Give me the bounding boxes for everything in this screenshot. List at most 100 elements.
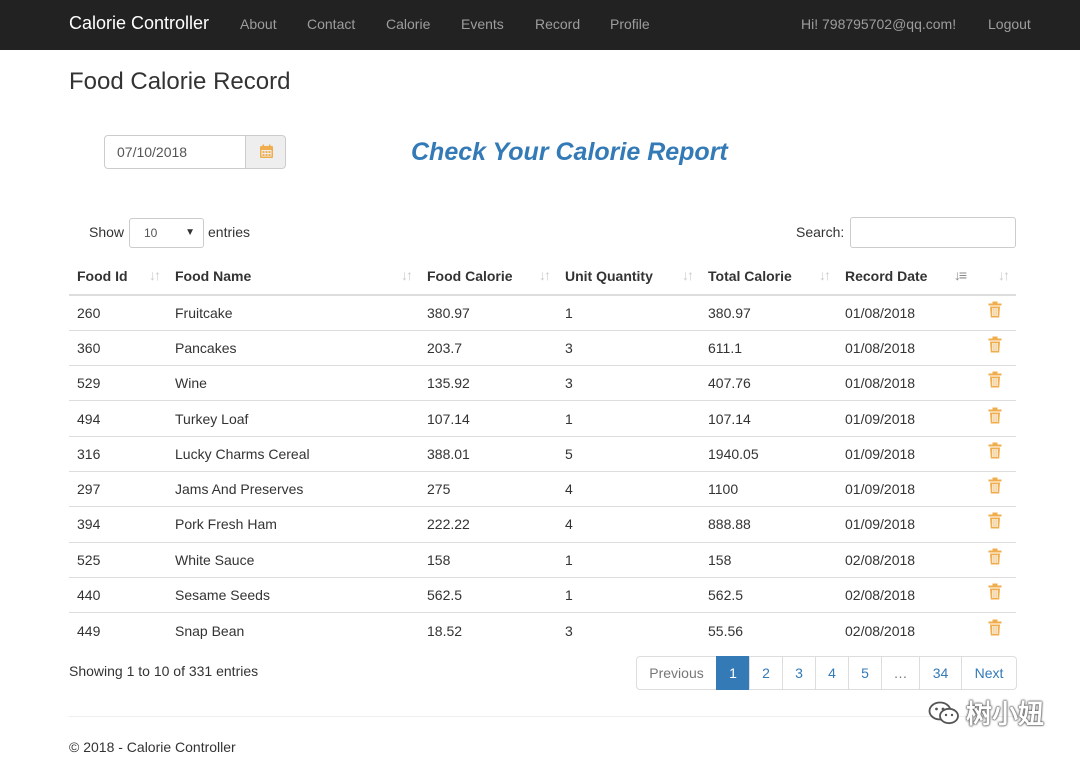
cell-qty: 1 xyxy=(557,400,700,437)
column-header-total-calorie[interactable]: Total Calorie ↓↑ xyxy=(700,258,837,296)
trash-icon[interactable] xyxy=(988,336,1002,353)
delete-cell xyxy=(973,470,1016,507)
cell-total: 1940.05 xyxy=(700,435,837,472)
cell-name: Pork Fresh Ham xyxy=(167,506,419,543)
user-greeting-link[interactable]: Hi! 798795702@qq.com! xyxy=(801,16,956,32)
delete-cell xyxy=(973,541,1016,578)
brand-link[interactable]: Calorie Controller xyxy=(69,13,209,34)
cell-name: Lucky Charms Cereal xyxy=(167,435,419,472)
logout-link[interactable]: Logout xyxy=(988,16,1031,32)
cell-total: 1100 xyxy=(700,470,837,507)
cell-qty: 4 xyxy=(557,470,700,507)
cell-qty: 3 xyxy=(557,365,700,401)
cell-calorie: 135.92 xyxy=(419,365,557,401)
watermark-text: 树小妞 xyxy=(966,700,1045,730)
trash-icon[interactable] xyxy=(988,477,1002,494)
cell-date: 01/08/2018 xyxy=(837,329,973,366)
nav-link-record[interactable]: Record xyxy=(535,16,580,32)
table-row: 394 Pork Fresh Ham 222.22 4 888.88 01/09/2018 xyxy=(69,506,1016,543)
cell-id: 394 xyxy=(69,506,167,543)
cell-id: 360 xyxy=(69,329,167,366)
copyright-text: © 2018 - Calorie Controller xyxy=(69,739,236,755)
trash-icon[interactable] xyxy=(988,619,1002,636)
column-header-record-date[interactable]: Record Date ↓≡ xyxy=(837,258,973,296)
cell-calorie: 222.22 xyxy=(419,506,557,543)
report-heading: Check Your Calorie Report xyxy=(411,138,728,166)
trash-icon[interactable] xyxy=(988,407,1002,424)
column-header-food-calorie[interactable]: Food Calorie ↓↑ xyxy=(419,258,557,296)
delete-cell xyxy=(973,435,1016,472)
trash-icon[interactable] xyxy=(988,371,1002,388)
cell-total: 888.88 xyxy=(700,506,837,543)
cell-date: 01/08/2018 xyxy=(837,365,973,401)
show-label: Show xyxy=(89,224,125,240)
page-button-4[interactable]: 4 xyxy=(815,656,849,690)
cell-id: 449 xyxy=(69,612,167,648)
cell-qty: 1 xyxy=(565,304,573,321)
table-row: 260 Fruitcake 380.97 1 380.97 01/08/2018 xyxy=(69,295,1016,330)
sort-icon: ↓↑ xyxy=(401,267,413,283)
trash-icon[interactable] xyxy=(988,548,1002,565)
cell-qty: 3 xyxy=(557,329,700,366)
page-button-5[interactable]: 5 xyxy=(848,656,882,690)
nav-link-events[interactable]: Events xyxy=(461,16,504,32)
search-input[interactable] xyxy=(850,217,1016,248)
entries-per-page-select[interactable]: 10 ▼ xyxy=(129,218,204,248)
sort-ascending-icon: ↓≡ xyxy=(953,267,967,283)
trash-icon[interactable] xyxy=(988,442,1002,459)
cell-id: 440 xyxy=(69,576,167,613)
cell-calorie: 18.52 xyxy=(419,612,557,648)
footer-divider xyxy=(69,716,1016,717)
trash-icon[interactable] xyxy=(988,512,1002,529)
nav-link-profile[interactable]: Profile xyxy=(610,16,650,32)
table-row: 529 Wine 135.92 3 407.76 01/08/2018 xyxy=(69,365,1016,401)
delete-cell xyxy=(973,506,1016,543)
previous-page-button[interactable]: Previous xyxy=(636,656,717,690)
page-button-3[interactable]: 3 xyxy=(782,656,816,690)
cell-id: 260 xyxy=(77,304,101,321)
column-header-unit-quantity[interactable]: Unit Quantity ↓↑ xyxy=(557,258,700,296)
trash-icon[interactable] xyxy=(988,583,1002,600)
cell-name: Sesame Seeds xyxy=(167,576,419,613)
nav-link-calorie[interactable]: Calorie xyxy=(386,16,430,32)
cell-name: White Sauce xyxy=(167,541,419,578)
cell-total: 562.5 xyxy=(700,576,837,613)
page-button-2[interactable]: 2 xyxy=(749,656,783,690)
cell-total: 158 xyxy=(700,541,837,578)
cell-total: 380.97 xyxy=(708,304,751,321)
cell-qty: 1 xyxy=(557,541,700,578)
next-page-button[interactable]: Next xyxy=(961,656,1017,690)
nav-link-contact[interactable]: Contact xyxy=(307,16,355,32)
cell-calorie: 380.97 xyxy=(427,304,470,321)
delete-cell xyxy=(973,400,1016,437)
delete-cell xyxy=(973,612,1016,648)
table-row: 449 Snap Bean 18.52 3 55.56 02/08/2018 xyxy=(69,612,1016,648)
cell-calorie: 107.14 xyxy=(419,400,557,437)
cell-qty: 1 xyxy=(557,576,700,613)
trash-icon[interactable] xyxy=(988,301,1002,318)
calendar-icon xyxy=(260,144,273,158)
column-header-actions[interactable]: ↓↑ xyxy=(973,258,1016,296)
sort-icon: ↓↑ xyxy=(149,267,161,283)
nav-link-about[interactable]: About xyxy=(240,16,277,32)
cell-name: Turkey Loaf xyxy=(167,400,419,437)
cell-qty: 4 xyxy=(557,506,700,543)
page-button-34[interactable]: 34 xyxy=(919,656,962,690)
table-row: 360 Pancakes 203.7 3 611.1 01/08/2018 xyxy=(69,329,1016,366)
page-ellipsis: … xyxy=(881,656,920,690)
wechat-icon xyxy=(928,701,959,724)
page-button-1[interactable]: 1 xyxy=(716,656,750,690)
cell-name: Jams And Preserves xyxy=(167,470,419,507)
cell-id: 297 xyxy=(69,470,167,507)
cell-name: Pancakes xyxy=(167,329,419,366)
calendar-button[interactable] xyxy=(245,135,286,169)
column-header-food-name[interactable]: Food Name ↓↑ xyxy=(167,258,419,296)
table-row: 316 Lucky Charms Cereal 388.01 5 1940.05 01/0… xyxy=(69,435,1016,472)
cell-total: 107.14 xyxy=(700,400,837,437)
date-input[interactable] xyxy=(104,135,246,169)
table-info: Showing 1 to 10 of 331 entries xyxy=(69,663,259,679)
cell-date: 01/09/2018 xyxy=(837,400,973,437)
column-header-food-id[interactable]: Food Id ↓↑ xyxy=(69,258,167,296)
cell-date: 01/09/2018 xyxy=(837,470,973,507)
cell-calorie: 275 xyxy=(419,470,557,507)
